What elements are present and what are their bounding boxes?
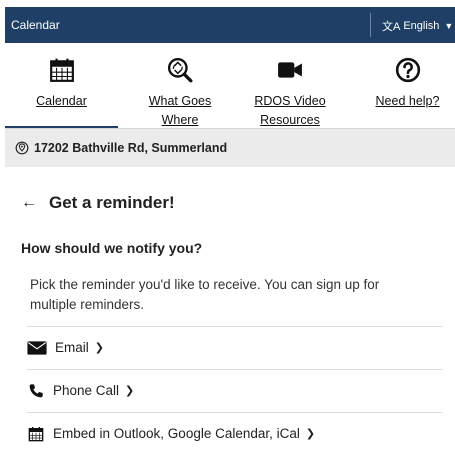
location-pin-icon <box>15 141 29 155</box>
back-arrow-icon[interactable]: ← <box>21 194 37 212</box>
envelope-icon <box>27 340 47 355</box>
nav-item-what-goes-where[interactable]: What Goes Where <box>130 43 230 129</box>
calendar-icon <box>28 426 44 441</box>
calendar-embed-option-label: Embed in Outlook, Google Calendar, iCal <box>53 426 300 441</box>
nav-label-video-resources: RDOS Video Resources <box>254 94 326 127</box>
translate-icon: 文A <box>382 21 401 33</box>
nav-label-what-goes-where: What Goes Where <box>148 94 212 127</box>
question-circle-icon <box>395 57 420 83</box>
top-bar: Calendar 文A English ▼ <box>5 7 455 43</box>
reminder-description: Pick the reminder you'd like to receive.… <box>30 277 380 312</box>
email-option-label: Email <box>55 340 89 355</box>
calendar-embed-option[interactable]: Embed in Outlook, Google Calendar, iCal … <box>27 412 442 449</box>
phone-call-option[interactable]: Phone Call ❯ <box>27 369 442 411</box>
chevron-down-icon: ▼ <box>444 21 454 31</box>
calendar-icon <box>49 58 74 82</box>
address-text: 17202 Bathville Rd, Summerland <box>34 141 228 155</box>
nav-item-need-help[interactable]: Need help? <box>360 43 455 129</box>
chevron-right-icon: ❯ <box>94 342 104 354</box>
header-row: ← Get a reminder! <box>21 193 175 213</box>
address-bar: 17202 Bathville Rd, Summerland <box>5 129 455 167</box>
phone-icon <box>29 383 43 397</box>
chevron-right-icon: ❯ <box>125 385 135 397</box>
page-title: Get a reminder! <box>49 193 175 212</box>
main-nav: Calendar What Goes Where RDOS Video Reso… <box>5 43 455 129</box>
topbar-divider <box>370 13 371 37</box>
section-heading: How should we notify you? <box>21 240 203 256</box>
nav-label-calendar: Calendar <box>36 94 87 108</box>
video-camera-icon <box>278 62 302 78</box>
reminder-panel: ← Get a reminder! How should we notify y… <box>5 167 455 449</box>
nav-item-video-resources[interactable]: RDOS Video Resources <box>242 43 338 129</box>
language-label: English <box>403 20 440 32</box>
email-option[interactable]: Email ❯ <box>27 326 442 368</box>
nav-label-need-help: Need help? <box>375 94 440 108</box>
chevron-right-icon: ❯ <box>305 428 316 440</box>
recycle-search-icon <box>167 57 193 83</box>
nav-item-calendar[interactable]: Calendar <box>5 43 118 129</box>
app-title: Calendar <box>11 18 60 32</box>
language-selector[interactable]: 文A English ▼ <box>382 18 453 34</box>
phone-call-option-label: Phone Call <box>53 383 120 398</box>
